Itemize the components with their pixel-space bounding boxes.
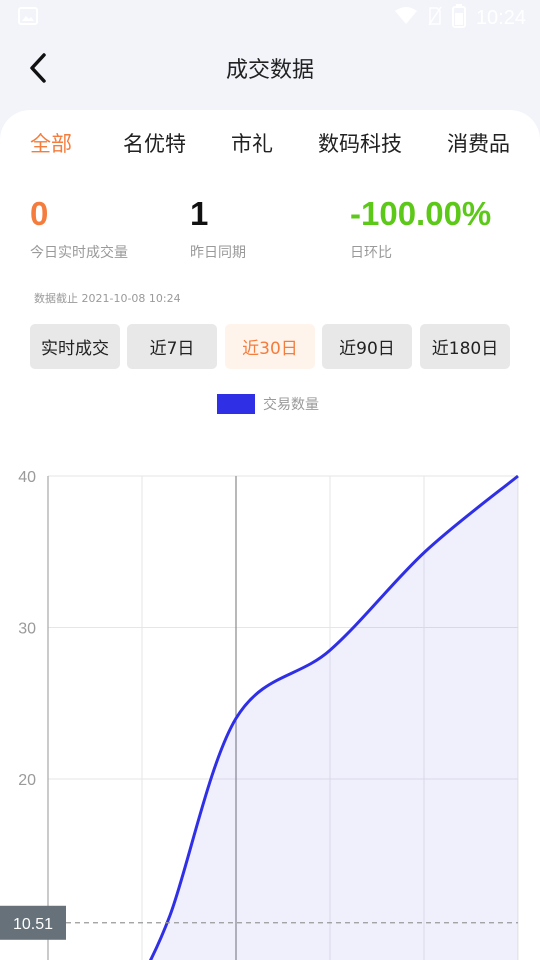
range-180d-button[interactable]: 近180日 xyxy=(420,324,510,369)
wifi-icon xyxy=(394,6,418,30)
stat-yesterday-label: 昨日同期 xyxy=(190,245,246,261)
chevron-left-icon xyxy=(30,53,46,83)
gallery-notification-icon xyxy=(18,7,38,29)
y-tick-label: 40 xyxy=(18,469,36,486)
y-tick-label: 20 xyxy=(18,772,36,789)
y-tick-label: 30 xyxy=(18,621,36,638)
series-area xyxy=(130,476,518,960)
data-as-of: 数据截止 2021-10-08 10:24 xyxy=(34,292,181,305)
stat-day-ratio: -100.00% 日环比 xyxy=(350,194,491,262)
stat-day-ratio-value: -100.00% xyxy=(350,195,492,232)
tab-mingyoute[interactable]: 名优特 xyxy=(123,126,186,162)
nav-bar: 成交数据 xyxy=(0,36,540,100)
stat-yesterday-value: 1 xyxy=(190,195,209,232)
range-selector: 实时成交 近7日 近30日 近90日 近180日 xyxy=(30,324,510,369)
legend-swatch xyxy=(217,394,255,414)
marker-label: 10.51 xyxy=(13,916,53,933)
range-realtime-button[interactable]: 实时成交 xyxy=(30,324,120,369)
chart-legend: 交易数量 xyxy=(217,393,319,415)
range-30d-button[interactable]: 近30日 xyxy=(225,324,315,369)
stat-yesterday: 1 昨日同期 xyxy=(190,194,246,262)
stat-today: 0 今日实时成交量 xyxy=(30,194,128,262)
stat-today-label: 今日实时成交量 xyxy=(30,245,128,261)
legend-label: 交易数量 xyxy=(263,397,319,413)
battery-icon xyxy=(451,4,466,32)
no-sim-icon xyxy=(428,6,442,30)
stat-today-value: 0 xyxy=(30,195,49,232)
range-7d-button[interactable]: 近7日 xyxy=(127,324,217,369)
tab-all[interactable]: 全部 xyxy=(30,126,72,162)
back-button[interactable] xyxy=(18,48,58,88)
tab-consumer-goods[interactable]: 消费品 xyxy=(447,126,510,162)
stat-day-ratio-label: 日环比 xyxy=(350,245,392,261)
range-90d-button[interactable]: 近90日 xyxy=(322,324,412,369)
tab-shili[interactable]: 市礼 xyxy=(231,126,273,162)
page-title: 成交数据 xyxy=(225,58,314,83)
trade-volume-chart[interactable]: 40 30 20 10.51 xyxy=(0,460,540,960)
tab-digital-tech[interactable]: 数码科技 xyxy=(318,126,402,162)
status-bar: 10:24 xyxy=(0,0,540,36)
category-tabs: 全部 名优特 市礼 数码科技 消费品 xyxy=(0,126,540,166)
status-time: 10:24 xyxy=(475,6,526,29)
stats-row: 0 今日实时成交量 1 昨日同期 -100.00% 日环比 xyxy=(0,194,540,274)
